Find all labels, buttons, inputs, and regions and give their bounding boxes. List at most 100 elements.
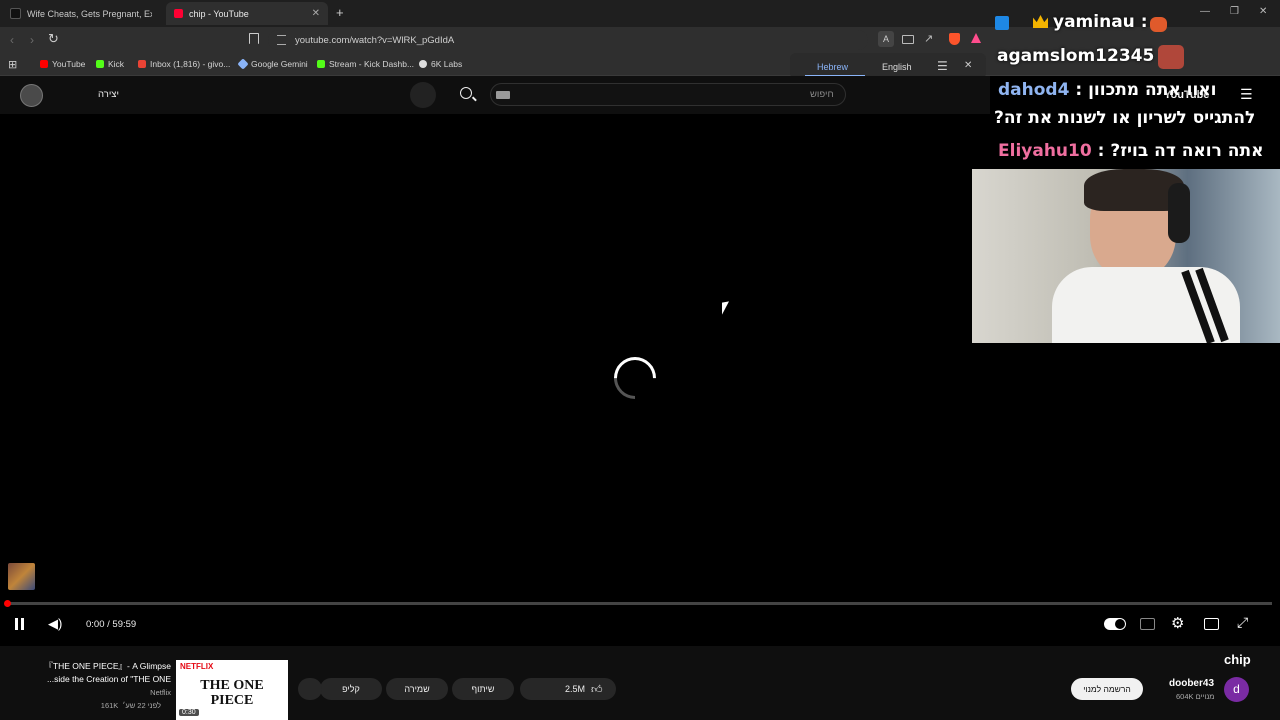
chat-message: agamslom12345 : [997, 46, 1260, 66]
recommendation-title-line: ...side the Creation of "THE ONE [47, 674, 171, 684]
channel-avatar[interactable]: d [1224, 677, 1249, 702]
chat-text: ואוו אתה מתכוון [1088, 80, 1217, 100]
cast-icon[interactable] [902, 35, 914, 44]
bookmark-label: 6K Labs [431, 59, 463, 69]
like-count: 2.5M [565, 684, 586, 694]
channel-name[interactable]: doober43 [1169, 678, 1214, 689]
more-actions-button[interactable] [298, 678, 322, 700]
tab-tiktok[interactable]: Wife Cheats, Gets Pregnant, Expects [2, 2, 160, 25]
gmail-icon [138, 60, 146, 68]
scrubber-handle[interactable] [4, 600, 11, 607]
time-display: 0:00 / 59:59 [86, 619, 136, 630]
clip-button[interactable]: קליפ [320, 678, 382, 700]
bookmark-gemini[interactable]: Google Gemini [237, 57, 308, 71]
bookmark-icon[interactable] [249, 33, 259, 44]
new-tab-button[interactable]: + [336, 5, 344, 20]
headset-icon [1168, 183, 1190, 243]
chat-message: dahod4 : ואוו אתה מתכוון [998, 80, 1260, 100]
translate-close-icon[interactable]: ✕ [964, 60, 972, 71]
close-icon[interactable]: ✕ [312, 8, 320, 19]
chat-text: ?אתה רואה דה בויז [1110, 141, 1264, 161]
chat-badge-icon [995, 16, 1009, 30]
tiktok-icon [10, 8, 21, 19]
menu-icon[interactable]: ☰ [937, 59, 948, 73]
emote-icon [1158, 45, 1184, 69]
search-icon[interactable] [460, 87, 472, 99]
thumbnail-title: THE ONE PIECE [200, 678, 264, 708]
bookmark-kick[interactable]: Kick [96, 57, 124, 71]
keyboard-icon[interactable] [496, 91, 510, 99]
chat-username: agamslom12345 [997, 46, 1155, 66]
fullscreen-icon[interactable]: ⤢ [1237, 614, 1248, 631]
create-button[interactable]: יצירה [98, 89, 119, 100]
video-title: chip [1224, 652, 1251, 667]
forward-icon[interactable]: › [30, 33, 34, 47]
brave-shield-icon[interactable] [949, 33, 960, 45]
pause-icon[interactable] [15, 617, 24, 634]
chat-username: dahod4 [998, 80, 1070, 100]
chat-username: Eliyahu10 [998, 141, 1092, 161]
share-button[interactable]: שיתוף [452, 678, 514, 700]
duration-time: 59:59 [112, 619, 137, 630]
thumbs-up-icon: 👍︎ [591, 683, 603, 696]
back-icon[interactable]: ‹ [10, 33, 14, 47]
chat-message: Eliyahu10 : ?אתה רואה דה בויז [998, 141, 1264, 161]
bookmark-youtube[interactable]: YouTube [40, 57, 85, 71]
apps-grid-icon[interactable]: ⊞ [8, 58, 17, 71]
search-input[interactable] [490, 83, 846, 106]
theater-mode-icon[interactable] [1204, 618, 1219, 630]
recommendation-title-line: 『THE ONE PIECE』- A Glimpse [44, 661, 171, 671]
tab-youtube[interactable]: chip - YouTube ✕ [166, 2, 328, 25]
duration-badge: 0:30 [179, 709, 199, 716]
brave-rewards-icon[interactable] [971, 33, 981, 43]
bookmark-kick-dashboard[interactable]: Stream - Kick Dashb... [317, 57, 414, 71]
bookmark-6k-labs[interactable]: 6K Labs [419, 57, 462, 71]
bookmark-label: YouTube [52, 59, 86, 69]
bookmark-label: Google Gemini [251, 59, 308, 69]
chat-separator: : [1091, 141, 1111, 161]
autoplay-toggle[interactable] [1104, 618, 1126, 630]
channel-watermark[interactable] [8, 563, 35, 590]
chat-username: yaminau [1053, 12, 1135, 32]
share-icon[interactable]: ↗ [924, 32, 933, 45]
chat-message: ?להתגייס לשריון או לשנות את זה [994, 108, 1260, 128]
chat-text: ?להתגייס לשריון או לשנות את זה [994, 108, 1256, 128]
settings-gear-icon[interactable]: ⚙ [1171, 614, 1184, 632]
translate-source-tab[interactable]: Hebrew [817, 62, 848, 72]
like-dislike-button[interactable]: 2.5M 👍︎ [520, 678, 616, 700]
site-settings-icon[interactable] [277, 35, 286, 45]
window-close-icon[interactable]: ✕ [1259, 6, 1267, 17]
subscribe-button[interactable]: הרשמה למנוי [1071, 678, 1143, 700]
youtube-icon [40, 60, 48, 68]
elapsed-time: 0:00 [86, 619, 105, 630]
captions-icon[interactable] [1140, 618, 1155, 630]
bookmark-label: Stream - Kick Dashb... [329, 59, 415, 69]
translate-target-tab[interactable]: English [882, 62, 912, 72]
translate-icon[interactable]: A [878, 31, 894, 47]
netflix-brand-text: NETFLIX [180, 662, 214, 671]
account-avatar[interactable] [20, 84, 43, 107]
youtube-icon [174, 9, 183, 18]
recommendation-meta: 161K לפני 22 שע׳ [100, 701, 161, 710]
labs-icon [419, 60, 427, 68]
volume-icon[interactable]: ◀) [48, 616, 62, 632]
url-field[interactable]: youtube.com/watch?v=WlRK_pGdIdA [268, 30, 868, 50]
voice-search-icon[interactable] [410, 82, 436, 108]
reload-icon[interactable]: ↻ [48, 31, 59, 47]
tab-label: chip - YouTube [189, 8, 249, 19]
bookmark-gmail[interactable]: Inbox (1,816) - givo... [138, 57, 230, 71]
save-button[interactable]: שמירה [386, 678, 448, 700]
recommendation-title[interactable]: 『THE ONE PIECE』- A Glimpse ...side the C… [30, 660, 171, 686]
search-placeholder: חיפוש [810, 89, 834, 100]
url-text: youtube.com/watch?v=WlRK_pGdIdA [295, 34, 455, 46]
bookmark-label: Kick [108, 59, 125, 69]
tab-label: Wife Cheats, Gets Pregnant, Expects [27, 8, 152, 19]
kick-icon [96, 60, 104, 68]
recommendation-channel[interactable]: Netflix [100, 688, 171, 697]
kick-icon [317, 60, 325, 68]
mouse-cursor-icon [722, 301, 729, 315]
chat-separator: : [1069, 80, 1089, 100]
progress-bar[interactable] [6, 602, 1272, 605]
bookmark-label: Inbox (1,816) - givo... [150, 59, 231, 69]
recommendation-thumbnail[interactable]: NETFLIX THE ONE PIECE 0:30 [176, 660, 288, 720]
